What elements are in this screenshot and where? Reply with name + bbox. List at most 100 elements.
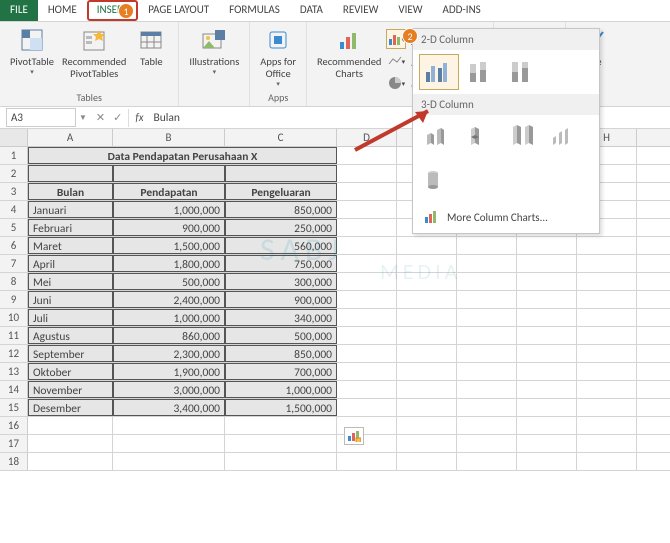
callout-step-2: 2 (402, 28, 418, 44)
row-header[interactable]: 3 (0, 183, 28, 200)
col-header-B[interactable]: B (113, 129, 225, 146)
more-charts-icon (423, 209, 439, 225)
title-cell[interactable]: Data Pendapatan Perusahaan X (28, 147, 337, 164)
fx-icon[interactable]: fx (135, 111, 143, 124)
row-header[interactable]: 5 (0, 219, 28, 236)
cell-income[interactable]: 1,500,000 (113, 237, 225, 254)
cell-month[interactable]: September (28, 345, 113, 362)
row-header[interactable]: 10 (0, 309, 28, 326)
row-header[interactable]: 8 (0, 273, 28, 290)
cell-month[interactable]: Juli (28, 309, 113, 326)
cell-month[interactable]: April (28, 255, 113, 272)
cell-expense[interactable]: 340,000 (225, 309, 337, 326)
col-header-D[interactable]: D (337, 129, 397, 146)
3d-clustered-option[interactable] (419, 119, 459, 155)
row-header[interactable]: 17 (0, 435, 28, 452)
ribbon-tabs: FILE HOME INSERT PAGE LAYOUT FORMULAS DA… (0, 0, 670, 22)
quick-analysis-button[interactable] (344, 427, 364, 445)
illustrations-button[interactable]: Illustrations▾ (185, 24, 243, 78)
apps-button[interactable]: Apps for Office▾ (256, 24, 300, 90)
select-all-corner[interactable] (0, 129, 28, 146)
3d-stacked100-option[interactable] (503, 119, 543, 155)
row-header[interactable]: 9 (0, 291, 28, 308)
cell-income[interactable]: 500,000 (113, 273, 225, 290)
cell-expense[interactable]: 750,000 (225, 255, 337, 272)
more-column-charts[interactable]: More Column Charts... (413, 203, 599, 233)
row-header[interactable]: 4 (0, 201, 28, 218)
row-header[interactable]: 6 (0, 237, 28, 254)
cell-month[interactable]: Juni (28, 291, 113, 308)
tab-formulas[interactable]: FORMULAS (219, 0, 290, 21)
cell-expense[interactable]: 300,000 (225, 273, 337, 290)
row-header[interactable]: 13 (0, 363, 28, 380)
row-header[interactable]: 11 (0, 327, 28, 344)
col-header-A[interactable]: A (28, 129, 113, 146)
row-header[interactable]: 15 (0, 399, 28, 416)
column-chart-dropdown: 2-D Column 3-D Column More Column Charts… (412, 28, 600, 234)
row-header[interactable]: 1 (0, 147, 28, 164)
enter-icon[interactable]: ✓ (113, 111, 122, 124)
3d-stacked-option[interactable] (461, 119, 501, 155)
clustered-column-option[interactable] (419, 54, 459, 90)
stacked-column-option[interactable] (461, 54, 501, 90)
row-header[interactable]: 14 (0, 381, 28, 398)
cell-income[interactable]: 860,000 (113, 327, 225, 344)
cell-expense[interactable]: 900,000 (225, 291, 337, 308)
row-header[interactable]: 16 (0, 417, 28, 434)
cell-income[interactable]: 2,300,000 (113, 345, 225, 362)
cell-month[interactable]: Mei (28, 273, 113, 290)
tab-data[interactable]: DATA (290, 0, 333, 21)
cell-income[interactable]: 3,400,000 (113, 399, 225, 416)
tab-home[interactable]: HOME (38, 0, 87, 21)
cell-expense[interactable]: 1,000,000 (225, 381, 337, 398)
3d-column-option[interactable] (545, 119, 585, 155)
line-chart-icon[interactable]: ▾ (386, 51, 406, 71)
recommended-charts-button[interactable]: Recommended Charts (313, 24, 385, 82)
3d-cylinder-option[interactable] (419, 163, 459, 199)
cell-income[interactable]: 1,000,000 (113, 309, 225, 326)
cell-expense[interactable]: 700,000 (225, 363, 337, 380)
cell-month[interactable]: Desember (28, 399, 113, 416)
row-header[interactable]: 18 (0, 453, 28, 470)
col-header-C[interactable]: C (225, 129, 337, 146)
callout-step-1: 1 (118, 3, 134, 19)
cell-income[interactable]: 900,000 (113, 219, 225, 236)
row-header[interactable]: 7 (0, 255, 28, 272)
cell-income[interactable]: 2,400,000 (113, 291, 225, 308)
cancel-icon[interactable]: ✕ (96, 111, 105, 124)
tab-addins[interactable]: ADD-INS (433, 0, 491, 21)
cell-expense[interactable]: 850,000 (225, 201, 337, 218)
pivottable-button[interactable]: PivotTable▾ (6, 24, 58, 78)
apps-icon (264, 26, 292, 54)
tab-view[interactable]: VIEW (388, 0, 432, 21)
name-box[interactable]: A3 (6, 108, 76, 127)
row-header[interactable]: 12 (0, 345, 28, 362)
cell-expense[interactable]: 250,000 (225, 219, 337, 236)
apps-label: Apps for Office (260, 56, 296, 80)
row-header[interactable]: 2 (0, 165, 28, 182)
cell-expense[interactable]: 1,500,000 (225, 399, 337, 416)
cell-month[interactable]: Oktober (28, 363, 113, 380)
cell-expense[interactable]: 850,000 (225, 345, 337, 362)
cell-month[interactable]: Maret (28, 237, 113, 254)
recommended-pivot-button[interactable]: Recommended PivotTables (58, 24, 130, 82)
cell-income[interactable]: 1,800,000 (113, 255, 225, 272)
cell-expense[interactable]: 560,000 (225, 237, 337, 254)
tab-file[interactable]: FILE (0, 0, 38, 21)
cell-expense[interactable]: 500,000 (225, 327, 337, 344)
pie-chart-icon[interactable]: ▾ (386, 73, 406, 93)
cell-month[interactable]: Agustus (28, 327, 113, 344)
stacked100-column-option[interactable] (503, 54, 543, 90)
group-apps-label: Apps (256, 91, 300, 106)
table-icon (137, 26, 165, 54)
tab-review[interactable]: REVIEW (333, 0, 389, 21)
quick-analysis-icon (347, 430, 361, 442)
cell-income[interactable]: 1,900,000 (113, 363, 225, 380)
tab-pagelayout[interactable]: PAGE LAYOUT (138, 0, 219, 21)
cell-income[interactable]: 1,000,000 (113, 201, 225, 218)
cell-month[interactable]: Januari (28, 201, 113, 218)
table-button[interactable]: Table (130, 24, 172, 70)
cell-month[interactable]: Februari (28, 219, 113, 236)
cell-income[interactable]: 3,000,000 (113, 381, 225, 398)
cell-month[interactable]: November (28, 381, 113, 398)
